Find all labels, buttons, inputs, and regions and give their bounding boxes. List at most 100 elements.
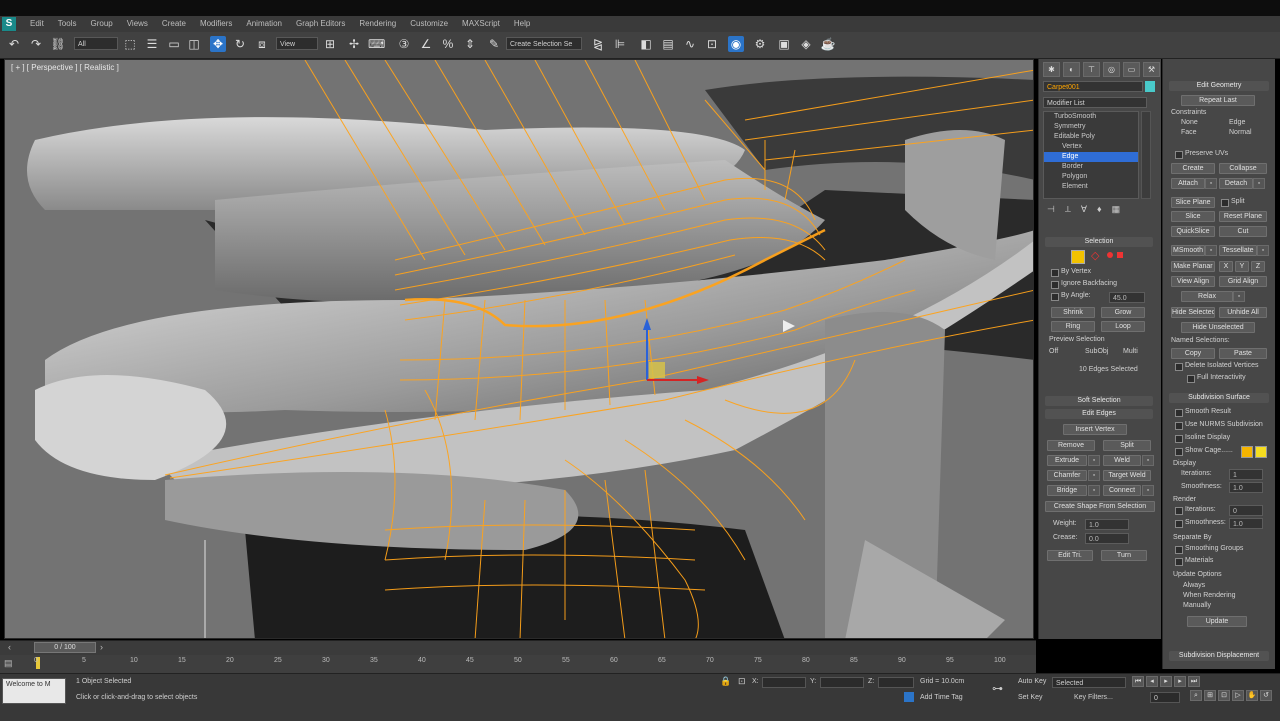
relax-settings-icon[interactable]: ▫: [1233, 291, 1245, 302]
object-color-swatch[interactable]: [1145, 81, 1155, 92]
pivot-center-icon[interactable]: ⊞: [322, 36, 338, 52]
constraint-face-radio[interactable]: Face: [1181, 129, 1197, 136]
edge-mode-icon[interactable]: ◇: [1091, 250, 1103, 262]
selection-rollout-header[interactable]: Selection: [1045, 237, 1153, 247]
weight-field[interactable]: 1.0: [1085, 519, 1129, 530]
preview-off-radio[interactable]: Off: [1049, 348, 1058, 355]
menu-group[interactable]: Group: [90, 19, 112, 28]
split-edges-button[interactable]: Split: [1103, 440, 1151, 451]
constraint-none-radio[interactable]: None: [1181, 119, 1198, 126]
grow-button[interactable]: Grow: [1101, 307, 1145, 318]
collapse-button[interactable]: Collapse: [1219, 163, 1267, 174]
by-angle-checkbox[interactable]: [1051, 293, 1059, 301]
chamfer-settings-icon[interactable]: ▫: [1088, 470, 1100, 481]
percent-snap-icon[interactable]: %: [440, 36, 456, 52]
y-coord-field[interactable]: [820, 677, 864, 688]
constraint-normal-radio[interactable]: Normal: [1229, 129, 1252, 136]
render-iterative-icon[interactable]: ☕: [820, 36, 836, 52]
menu-customize[interactable]: Customize: [410, 19, 448, 28]
make-unique-icon[interactable]: ∀: [1081, 204, 1087, 215]
stack-item[interactable]: Vertex: [1044, 142, 1138, 152]
hide-unselected-button[interactable]: Hide Unselected: [1181, 322, 1255, 333]
target-weld-button[interactable]: Target Weld: [1103, 470, 1151, 481]
menu-rendering[interactable]: Rendering: [359, 19, 396, 28]
cage-color-swatch-2[interactable]: [1255, 446, 1267, 458]
subdivision-surface-rollout-header[interactable]: Subdivision Surface: [1169, 393, 1269, 403]
make-planar-button[interactable]: Make Planar: [1171, 261, 1215, 272]
time-tag-icon[interactable]: [904, 692, 914, 702]
cut-button[interactable]: Cut: [1219, 226, 1267, 237]
menu-edit[interactable]: Edit: [30, 19, 44, 28]
prev-frame-icon[interactable]: ‹: [8, 642, 11, 652]
soft-selection-rollout-header[interactable]: Soft Selection: [1045, 396, 1153, 406]
mirror-icon[interactable]: ⧎: [590, 36, 606, 52]
copy-button[interactable]: Copy: [1171, 348, 1215, 359]
zoom-icon[interactable]: ⌕: [1190, 690, 1202, 701]
preview-subobj-radio[interactable]: SubObj: [1085, 348, 1108, 355]
menu-maxscript[interactable]: MAXScript: [462, 19, 500, 28]
set-key-button[interactable]: Set Key: [1018, 694, 1043, 701]
slice-plane-button[interactable]: Slice Plane: [1171, 197, 1215, 208]
edit-geometry-rollout-header[interactable]: Edit Geometry: [1169, 81, 1269, 91]
play-icon[interactable]: ▸: [1160, 676, 1172, 687]
grid-align-button[interactable]: Grid Align: [1219, 276, 1267, 287]
delete-isolated-checkbox[interactable]: [1175, 363, 1183, 371]
object-name-field[interactable]: Carpet001: [1043, 81, 1143, 92]
unhide-all-button[interactable]: Unhide All: [1219, 307, 1267, 318]
perspective-viewport[interactable]: [ + ] [ Perspective ] [ Realistic ]: [4, 59, 1034, 639]
reset-plane-button[interactable]: Reset Plane: [1219, 211, 1267, 222]
stack-item[interactable]: Editable Poly: [1044, 132, 1138, 142]
configure-sets-icon[interactable]: ▦: [1112, 204, 1121, 215]
spinner-snap-icon[interactable]: ⇕: [462, 36, 478, 52]
modifier-list-dropdown[interactable]: Modifier List: [1043, 97, 1147, 108]
planar-x-button[interactable]: X: [1219, 261, 1233, 272]
zoom-all-icon[interactable]: ⊞: [1204, 690, 1216, 701]
stack-item[interactable]: Polygon: [1044, 172, 1138, 182]
track-bar[interactable]: ▤ 0 5 10 15 20 25 30 35 40 45 50 55 60 65 70 75 80 85 90 95…: [0, 655, 1036, 673]
smoothing-groups-checkbox[interactable]: [1175, 546, 1183, 554]
constraint-edge-radio[interactable]: Edge: [1229, 119, 1245, 126]
menu-modifiers[interactable]: Modifiers: [200, 19, 232, 28]
select-manipulate-icon[interactable]: ✢: [346, 36, 362, 52]
zoom-extents-icon[interactable]: ⊡: [1218, 690, 1230, 701]
tessellate-button[interactable]: Tessellate: [1219, 245, 1257, 256]
stack-item[interactable]: Element: [1044, 182, 1138, 192]
selection-filter-dropdown[interactable]: All: [74, 37, 118, 50]
repeat-last-button[interactable]: Repeat Last: [1181, 95, 1255, 106]
extrude-button[interactable]: Extrude: [1047, 455, 1087, 466]
layer-manager-icon[interactable]: ◧: [638, 36, 654, 52]
edit-tri-button[interactable]: Edit Tri.: [1047, 550, 1093, 561]
render-production-icon[interactable]: ◈: [798, 36, 814, 52]
weld-settings-icon[interactable]: ▫: [1142, 455, 1154, 466]
insert-vertex-button[interactable]: Insert Vertex: [1063, 424, 1127, 435]
show-cage-checkbox[interactable]: [1175, 448, 1183, 456]
subdivision-displacement-rollout-header[interactable]: Subdivision Displacement: [1169, 651, 1269, 661]
select-and-rotate-icon[interactable]: ↻: [232, 36, 248, 52]
pan-view-icon[interactable]: ✋: [1246, 690, 1258, 701]
stack-item[interactable]: Border: [1044, 162, 1138, 172]
chamfer-button[interactable]: Chamfer: [1047, 470, 1087, 481]
remove-button[interactable]: Remove: [1047, 440, 1095, 451]
link-icon[interactable]: ⛓: [50, 36, 66, 52]
edit-edges-rollout-header[interactable]: Edit Edges: [1045, 409, 1153, 419]
z-coord-field[interactable]: [878, 677, 914, 688]
create-shape-button[interactable]: Create Shape From Selection: [1045, 501, 1155, 512]
render-iterations-field[interactable]: 0: [1229, 505, 1263, 516]
vertex-mode-icon[interactable]: [1071, 250, 1085, 264]
display-tab-icon[interactable]: ▭: [1123, 62, 1140, 77]
stack-item[interactable]: TurboSmooth: [1044, 112, 1138, 122]
field-of-view-icon[interactable]: ▷: [1232, 690, 1244, 701]
relax-button[interactable]: Relax: [1181, 291, 1233, 302]
material-editor-icon[interactable]: ◉: [728, 36, 744, 52]
paste-button[interactable]: Paste: [1219, 348, 1267, 359]
loop-button[interactable]: Loop: [1101, 321, 1145, 332]
rendered-frame-window-icon[interactable]: ▣: [776, 36, 792, 52]
viewport-label[interactable]: [ + ] [ Perspective ] [ Realistic ]: [11, 63, 119, 72]
menu-animation[interactable]: Animation: [246, 19, 282, 28]
select-and-scale-icon[interactable]: ⧈: [254, 36, 270, 52]
show-end-result-icon[interactable]: ⟂: [1065, 204, 1071, 215]
create-tab-icon[interactable]: ✱: [1043, 62, 1060, 77]
update-button[interactable]: Update: [1187, 616, 1247, 627]
set-key-icon[interactable]: ⊶: [992, 682, 1003, 695]
render-smoothness-field[interactable]: 1.0: [1229, 518, 1263, 529]
